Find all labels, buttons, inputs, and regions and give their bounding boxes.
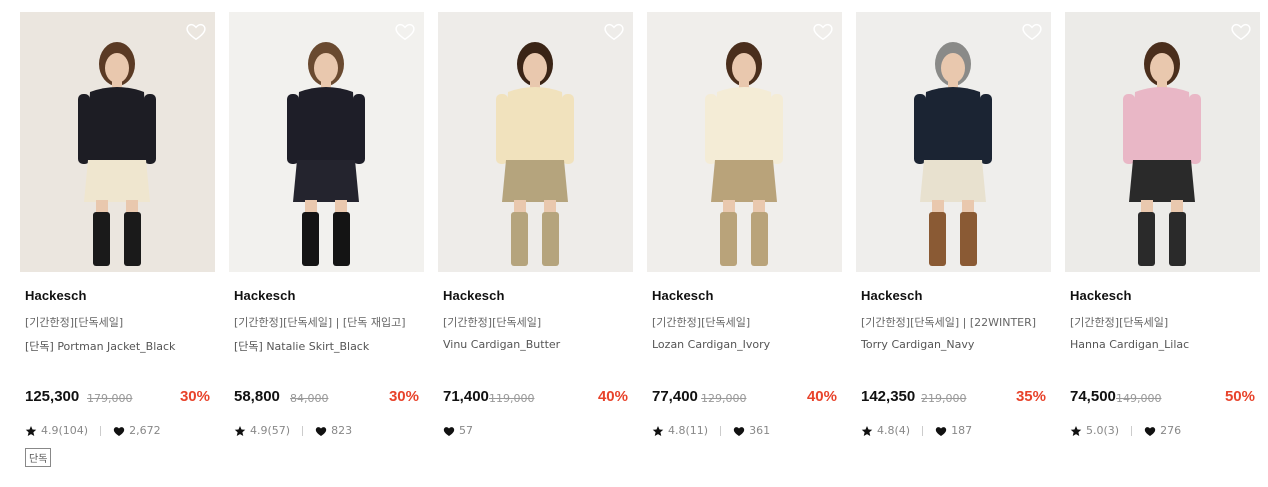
heart-icon: [935, 425, 947, 437]
product-grid: Hackesch [기간한정][단독세일] [단독] Portman Jacke…: [20, 12, 1260, 482]
discount-rate: 40%: [597, 388, 628, 405]
product-image[interactable]: [1065, 12, 1260, 272]
rating-text: 5.0(3): [1086, 424, 1120, 437]
sale-price: 71,400: [443, 388, 489, 405]
discount-rate: 30%: [388, 388, 419, 405]
product-card[interactable]: Hackesch [기간한정][단독세일] [단독] Portman Jacke…: [20, 12, 215, 482]
product-name[interactable]: Hanna Cardigan_Lilac: [1070, 338, 1189, 351]
product-meta: 4.8(11) 361: [652, 424, 770, 437]
likes-count: 57: [459, 424, 473, 437]
heart-icon: [1144, 425, 1156, 437]
likes-count: 276: [1160, 424, 1182, 437]
product-meta: 57: [443, 424, 473, 437]
product-card[interactable]: Hackesch [기간한정][단독세일] Vinu Cardigan_Butt…: [438, 12, 633, 482]
divider: [922, 425, 924, 436]
heart-icon: [733, 425, 745, 437]
wishlist-heart-icon[interactable]: [603, 20, 625, 42]
product-image[interactable]: [438, 12, 633, 272]
product-name[interactable]: Lozan Cardigan_Ivory: [652, 338, 770, 351]
discount-rate: 50%: [1224, 388, 1255, 405]
star-icon: [1070, 425, 1082, 437]
rating-text: 4.9(57): [250, 424, 291, 437]
sale-price: 77,400: [652, 388, 698, 405]
likes-count: 187: [951, 424, 973, 437]
product-name[interactable]: [단독] Portman Jacket_Black: [25, 338, 175, 354]
brand-name[interactable]: Hackesch: [234, 288, 296, 303]
likes-count: 2,672: [129, 424, 161, 437]
product-name[interactable]: [단독] Natalie Skirt_Black: [234, 338, 369, 354]
sale-price: 74,500: [1070, 388, 1116, 405]
heart-icon: [443, 425, 455, 437]
product-meta: 5.0(3) 276: [1070, 424, 1181, 437]
exclusive-badge: 단독: [25, 448, 52, 467]
heart-icon: [113, 425, 125, 437]
product-name[interactable]: Torry Cardigan_Navy: [861, 338, 974, 351]
original-price: 129,000: [701, 392, 747, 405]
discount-rate: 30%: [179, 388, 210, 405]
rating-text: 4.8(11): [668, 424, 709, 437]
brand-name[interactable]: Hackesch: [861, 288, 923, 303]
product-meta: 4.9(104) 2,672: [25, 424, 161, 437]
product-meta: 4.8(4) 187: [861, 424, 972, 437]
brand-name[interactable]: Hackesch: [443, 288, 505, 303]
brand-name[interactable]: Hackesch: [1070, 288, 1132, 303]
discount-rate: 35%: [1015, 388, 1046, 405]
promo-tags: [기간한정][단독세일]: [1070, 316, 1169, 329]
product-image[interactable]: [229, 12, 424, 272]
sale-price: 58,800: [234, 388, 280, 405]
original-price: 149,000: [1116, 392, 1162, 405]
rating-text: 4.8(4): [877, 424, 911, 437]
wishlist-heart-icon[interactable]: [185, 20, 207, 42]
wishlist-heart-icon[interactable]: [394, 20, 416, 42]
original-price: 119,000: [489, 392, 535, 405]
rating-text: 4.9(104): [41, 424, 89, 437]
product-image[interactable]: [856, 12, 1051, 272]
promo-tags: [기간한정][단독세일] | [22WINTER]: [861, 316, 1037, 329]
star-icon: [234, 425, 246, 437]
original-price: 219,000: [921, 392, 967, 405]
star-icon: [652, 425, 664, 437]
product-image[interactable]: [20, 12, 215, 272]
product-image[interactable]: [647, 12, 842, 272]
original-price: 179,000: [87, 392, 133, 405]
divider: [100, 425, 102, 436]
divider: [302, 425, 304, 436]
star-icon: [25, 425, 37, 437]
product-card[interactable]: Hackesch [기간한정][단독세일] Hanna Cardigan_Lil…: [1065, 12, 1260, 482]
product-name[interactable]: Vinu Cardigan_Butter: [443, 338, 560, 351]
product-card[interactable]: Hackesch [기간한정][단독세일] | [22WINTER] Torry…: [856, 12, 1051, 482]
star-icon: [861, 425, 873, 437]
brand-name[interactable]: Hackesch: [652, 288, 714, 303]
brand-name[interactable]: Hackesch: [25, 288, 87, 303]
promo-tags: [기간한정][단독세일]: [652, 316, 751, 329]
sale-price: 125,300: [25, 388, 80, 405]
discount-rate: 40%: [806, 388, 837, 405]
likes-count: 361: [749, 424, 771, 437]
divider: [720, 425, 722, 436]
sale-price: 142,350: [861, 388, 916, 405]
heart-icon: [315, 425, 327, 437]
product-meta: 4.9(57) 823: [234, 424, 352, 437]
promo-tags: [기간한정][단독세일] | [단독 재입고]: [234, 316, 406, 329]
wishlist-heart-icon[interactable]: [812, 20, 834, 42]
divider: [1131, 425, 1133, 436]
original-price: 84,000: [290, 392, 329, 405]
promo-tags: [기간한정][단독세일]: [443, 316, 542, 329]
wishlist-heart-icon[interactable]: [1021, 20, 1043, 42]
wishlist-heart-icon[interactable]: [1230, 20, 1252, 42]
likes-count: 823: [331, 424, 353, 437]
product-card[interactable]: Hackesch [기간한정][단독세일] Lozan Cardigan_Ivo…: [647, 12, 842, 482]
product-card[interactable]: Hackesch [기간한정][단독세일] | [단독 재입고] [단독] Na…: [229, 12, 424, 482]
promo-tags: [기간한정][단독세일]: [25, 316, 124, 329]
